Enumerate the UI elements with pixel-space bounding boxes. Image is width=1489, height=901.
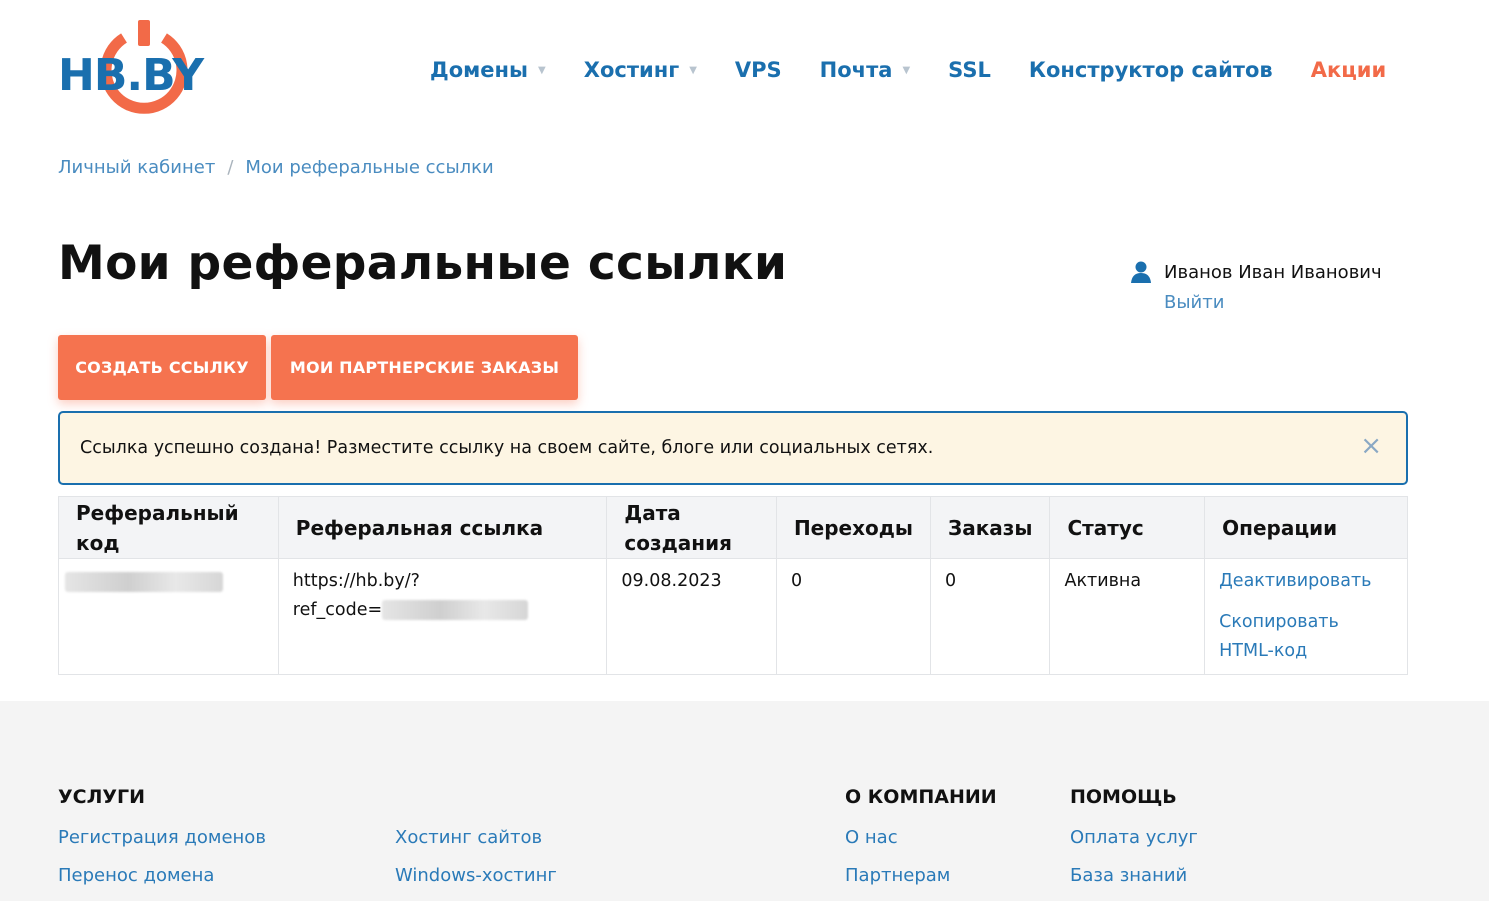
ref-link-line1: https://hb.by/? [292,571,420,591]
nav-mail[interactable]: Почта ▼ [820,58,910,82]
footer-company-title: О КОМПАНИИ [845,786,997,808]
cell-orders: 0 [929,558,1051,675]
column-header-ops: Операции [1204,496,1408,559]
footer-link-site-hosting[interactable]: Хостинг сайтов [395,827,542,848]
nav-promo[interactable]: Акции [1311,58,1387,82]
footer-link-domain-transfer[interactable]: Перенос домена [58,865,214,886]
nav-hosting[interactable]: Хостинг ▼ [584,58,697,82]
redacted-ref-code [382,600,529,620]
table-header-row: Реферальный код Реферальная ссылка Дата … [58,496,1408,559]
nav-site-builder[interactable]: Конструктор сайтов [1029,58,1273,82]
cell-date: 09.08.2023 [606,558,777,675]
column-header-code: Реферальный код [58,496,279,559]
redacted-ref-code [65,572,223,592]
user-block: Иванов Иван Иванович Выйти [1130,260,1382,313]
column-header-orders: Заказы [929,496,1051,559]
deactivate-link[interactable]: Деактивировать [1219,567,1393,596]
user-icon [1131,261,1151,283]
cell-clicks: 0 [775,558,932,675]
success-alert: Ссылка успешно создана! Разместите ссылк… [58,411,1408,485]
chevron-down-icon: ▼ [538,64,546,76]
footer-link-about[interactable]: О нас [845,827,898,848]
alert-message: Ссылка успешно создана! Разместите ссылк… [80,438,934,458]
referral-table: Реферальный код Реферальная ссылка Дата … [58,496,1408,675]
footer-link-knowledge-base[interactable]: База знаний [1070,865,1187,886]
footer-link-partners[interactable]: Партнерам [845,865,950,886]
footer-link-domain-registration[interactable]: Регистрация доменов [58,827,266,848]
partner-orders-button[interactable]: МОИ ПАРТНЕРСКИЕ ЗАКАЗЫ [271,335,578,400]
breadcrumb-home[interactable]: Личный кабинет [58,157,215,178]
create-link-button[interactable]: СОЗДАТЬ ССЫЛКУ [58,335,266,400]
footer-link-payment[interactable]: Оплата услуг [1070,827,1198,848]
chevron-down-icon: ▼ [902,64,911,76]
ref-link-line2: ref_code= [293,596,593,625]
user-name: Иванов Иван Иванович [1164,261,1382,283]
column-header-link: Реферальная ссылка [277,496,608,559]
table-row: https://hb.by/? ref_code= 09.08.2023 0 0… [58,558,1408,675]
cell-ref-link: https://hb.by/? ref_code= [277,558,608,675]
logout-link[interactable]: Выйти [1164,292,1382,313]
close-icon[interactable]: × [1360,433,1382,459]
footer-link-windows-hosting[interactable]: Windows-хостинг [395,865,557,886]
breadcrumb-separator: / [227,157,234,178]
nav-ssl[interactable]: SSL [948,58,991,82]
site-header: HB.BY Домены ▼ Хостинг ▼ VPS Почта ▼ SSL Ко… [0,0,1489,140]
site-footer: УСЛУГИ О КОМПАНИИ ПОМОЩЬ Регистрация дом… [0,701,1489,901]
nav-vps[interactable]: VPS [735,58,782,82]
column-header-date: Дата создания [606,496,777,559]
cell-status: Активна [1049,558,1206,675]
page-title: Мои реферальные ссылки [58,236,788,291]
footer-help-title: ПОМОЩЬ [1070,786,1177,808]
cell-ref-code [58,558,279,675]
footer-services-title: УСЛУГИ [58,786,146,808]
breadcrumb: Личный кабинет / Мои реферальные ссылки [58,157,494,178]
logo-text: HB.BY [58,50,204,101]
column-header-clicks: Переходы [775,496,932,559]
cell-operations: Деактивировать Скопировать HTML-код [1204,558,1408,675]
copy-html-link[interactable]: Скопировать HTML-код [1219,608,1393,666]
breadcrumb-current[interactable]: Мои реферальные ссылки [245,157,493,178]
column-header-status: Статус [1049,496,1206,559]
main-nav: Домены ▼ Хостинг ▼ VPS Почта ▼ SSL Конструк… [430,58,1386,82]
nav-domains[interactable]: Домены ▼ [430,58,546,82]
site-logo[interactable]: HB.BY [58,18,230,124]
chevron-down-icon: ▼ [689,64,697,76]
